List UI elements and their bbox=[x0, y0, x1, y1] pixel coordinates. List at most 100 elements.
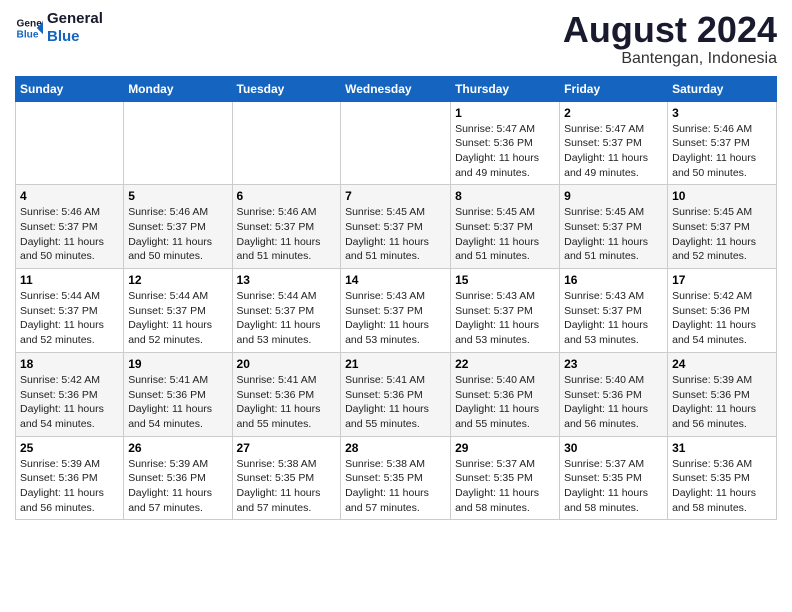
calendar-cell bbox=[232, 101, 341, 185]
day-number: 28 bbox=[345, 441, 446, 455]
week-row-4: 18 Sunrise: 5:42 AM Sunset: 5:36 PM Dayli… bbox=[16, 352, 777, 436]
calendar-cell: 11 Sunrise: 5:44 AM Sunset: 5:37 PM Dayli… bbox=[16, 269, 124, 353]
location-subtitle: Bantengan, Indonesia bbox=[563, 50, 777, 68]
day-number: 10 bbox=[672, 189, 772, 203]
month-year-title: August 2024 bbox=[563, 10, 777, 50]
day-info: Sunrise: 5:42 AM Sunset: 5:36 PM Dayligh… bbox=[20, 373, 119, 432]
day-info: Sunrise: 5:41 AM Sunset: 5:36 PM Dayligh… bbox=[345, 373, 446, 432]
day-info: Sunrise: 5:45 AM Sunset: 5:37 PM Dayligh… bbox=[672, 205, 772, 264]
day-number: 17 bbox=[672, 273, 772, 287]
day-info: Sunrise: 5:46 AM Sunset: 5:37 PM Dayligh… bbox=[672, 122, 772, 181]
day-info: Sunrise: 5:45 AM Sunset: 5:37 PM Dayligh… bbox=[345, 205, 446, 264]
day-info: Sunrise: 5:40 AM Sunset: 5:36 PM Dayligh… bbox=[455, 373, 555, 432]
calendar-cell: 30Sunrise: 5:37 AM Sunset: 5:35 PM Dayli… bbox=[560, 436, 668, 520]
day-number: 6 bbox=[237, 189, 337, 203]
day-header-monday: Monday bbox=[124, 76, 232, 101]
day-number: 27 bbox=[237, 441, 337, 455]
day-header-wednesday: Wednesday bbox=[341, 76, 451, 101]
day-number: 3 bbox=[672, 106, 772, 120]
day-number: 2 bbox=[564, 106, 663, 120]
day-info: Sunrise: 5:38 AM Sunset: 5:35 PM Dayligh… bbox=[345, 457, 446, 516]
day-info: Sunrise: 5:44 AM Sunset: 5:37 PM Dayligh… bbox=[20, 289, 119, 348]
svg-text:Blue: Blue bbox=[17, 29, 39, 40]
day-number: 18 bbox=[20, 357, 119, 371]
calendar-cell: 29 Sunrise: 5:37 AM Sunset: 5:35 PM Dayli… bbox=[451, 436, 560, 520]
day-number: 15 bbox=[455, 273, 555, 287]
day-number: 13 bbox=[237, 273, 337, 287]
calendar-cell: 17 Sunrise: 5:42 AM Sunset: 5:36 PM Dayli… bbox=[668, 269, 777, 353]
week-row-2: 4 Sunrise: 5:46 AM Sunset: 5:37 PM Daylig… bbox=[16, 185, 777, 269]
day-number: 8 bbox=[455, 189, 555, 203]
day-number: 7 bbox=[345, 189, 446, 203]
day-header-tuesday: Tuesday bbox=[232, 76, 341, 101]
week-row-3: 11 Sunrise: 5:44 AM Sunset: 5:37 PM Dayli… bbox=[16, 269, 777, 353]
calendar-cell: 2Sunrise: 5:47 AM Sunset: 5:37 PM Daylig… bbox=[560, 101, 668, 185]
calendar-cell: 15Sunrise: 5:43 AM Sunset: 5:37 PM Dayli… bbox=[451, 269, 560, 353]
day-info: Sunrise: 5:39 AM Sunset: 5:36 PM Dayligh… bbox=[20, 457, 119, 516]
calendar-cell: 22Sunrise: 5:40 AM Sunset: 5:36 PM Dayli… bbox=[451, 352, 560, 436]
day-info: Sunrise: 5:47 AM Sunset: 5:36 PM Dayligh… bbox=[455, 122, 555, 181]
day-number: 14 bbox=[345, 273, 446, 287]
calendar-cell: 31Sunrise: 5:36 AM Sunset: 5:35 PM Dayli… bbox=[668, 436, 777, 520]
calendar-cell: 25 Sunrise: 5:39 AM Sunset: 5:36 PM Dayli… bbox=[16, 436, 124, 520]
logo: General Blue General Blue bbox=[15, 10, 103, 46]
calendar-cell bbox=[16, 101, 124, 185]
calendar-cell: 21Sunrise: 5:41 AM Sunset: 5:36 PM Dayli… bbox=[341, 352, 451, 436]
calendar-cell: 14 Sunrise: 5:43 AM Sunset: 5:37 PM Dayli… bbox=[341, 269, 451, 353]
day-info: Sunrise: 5:41 AM Sunset: 5:36 PM Dayligh… bbox=[237, 373, 337, 432]
logo-general: General bbox=[47, 10, 103, 28]
day-header-sunday: Sunday bbox=[16, 76, 124, 101]
day-number: 25 bbox=[20, 441, 119, 455]
calendar-cell: 10 Sunrise: 5:45 AM Sunset: 5:37 PM Dayli… bbox=[668, 185, 777, 269]
day-info: Sunrise: 5:36 AM Sunset: 5:35 PM Dayligh… bbox=[672, 457, 772, 516]
calendar-cell: 16 Sunrise: 5:43 AM Sunset: 5:37 PM Dayli… bbox=[560, 269, 668, 353]
calendar-cell: 24 Sunrise: 5:39 AM Sunset: 5:36 PM Dayli… bbox=[668, 352, 777, 436]
calendar-cell: 3 Sunrise: 5:46 AM Sunset: 5:37 PM Daylig… bbox=[668, 101, 777, 185]
day-header-saturday: Saturday bbox=[668, 76, 777, 101]
calendar-cell: 28 Sunrise: 5:38 AM Sunset: 5:35 PM Dayli… bbox=[341, 436, 451, 520]
day-number: 29 bbox=[455, 441, 555, 455]
day-info: Sunrise: 5:39 AM Sunset: 5:36 PM Dayligh… bbox=[672, 373, 772, 432]
day-info: Sunrise: 5:41 AM Sunset: 5:36 PM Dayligh… bbox=[128, 373, 227, 432]
logo-icon: General Blue bbox=[15, 14, 43, 42]
calendar-cell: 13 Sunrise: 5:44 AM Sunset: 5:37 PM Dayli… bbox=[232, 269, 341, 353]
day-number: 16 bbox=[564, 273, 663, 287]
calendar-cell bbox=[341, 101, 451, 185]
day-info: Sunrise: 5:42 AM Sunset: 5:36 PM Dayligh… bbox=[672, 289, 772, 348]
title-block: August 2024 Bantengan, Indonesia bbox=[563, 10, 777, 68]
week-row-1: 1Sunrise: 5:47 AM Sunset: 5:36 PM Daylig… bbox=[16, 101, 777, 185]
calendar-cell: 18 Sunrise: 5:42 AM Sunset: 5:36 PM Dayli… bbox=[16, 352, 124, 436]
day-number: 24 bbox=[672, 357, 772, 371]
day-info: Sunrise: 5:43 AM Sunset: 5:37 PM Dayligh… bbox=[564, 289, 663, 348]
calendar-cell: 4Sunrise: 5:46 AM Sunset: 5:37 PM Daylig… bbox=[16, 185, 124, 269]
header-row: SundayMondayTuesdayWednesdayThursdayFrid… bbox=[16, 76, 777, 101]
calendar-table: SundayMondayTuesdayWednesdayThursdayFrid… bbox=[15, 76, 777, 521]
day-number: 11 bbox=[20, 273, 119, 287]
day-info: Sunrise: 5:38 AM Sunset: 5:35 PM Dayligh… bbox=[237, 457, 337, 516]
day-info: Sunrise: 5:40 AM Sunset: 5:36 PM Dayligh… bbox=[564, 373, 663, 432]
page-header: General Blue General Blue August 2024 Ba… bbox=[15, 10, 777, 68]
day-number: 12 bbox=[128, 273, 227, 287]
day-info: Sunrise: 5:39 AM Sunset: 5:36 PM Dayligh… bbox=[128, 457, 227, 516]
day-header-friday: Friday bbox=[560, 76, 668, 101]
calendar-cell: 8Sunrise: 5:45 AM Sunset: 5:37 PM Daylig… bbox=[451, 185, 560, 269]
day-info: Sunrise: 5:43 AM Sunset: 5:37 PM Dayligh… bbox=[345, 289, 446, 348]
logo-blue: Blue bbox=[47, 28, 103, 46]
day-info: Sunrise: 5:37 AM Sunset: 5:35 PM Dayligh… bbox=[564, 457, 663, 516]
calendar-cell: 1Sunrise: 5:47 AM Sunset: 5:36 PM Daylig… bbox=[451, 101, 560, 185]
day-number: 4 bbox=[20, 189, 119, 203]
day-number: 20 bbox=[237, 357, 337, 371]
day-info: Sunrise: 5:44 AM Sunset: 5:37 PM Dayligh… bbox=[237, 289, 337, 348]
calendar-cell: 7 Sunrise: 5:45 AM Sunset: 5:37 PM Daylig… bbox=[341, 185, 451, 269]
calendar-cell: 19Sunrise: 5:41 AM Sunset: 5:36 PM Dayli… bbox=[124, 352, 232, 436]
calendar-cell: 9Sunrise: 5:45 AM Sunset: 5:37 PM Daylig… bbox=[560, 185, 668, 269]
calendar-cell: 20 Sunrise: 5:41 AM Sunset: 5:36 PM Dayli… bbox=[232, 352, 341, 436]
day-info: Sunrise: 5:37 AM Sunset: 5:35 PM Dayligh… bbox=[455, 457, 555, 516]
calendar-cell: 23Sunrise: 5:40 AM Sunset: 5:36 PM Dayli… bbox=[560, 352, 668, 436]
day-info: Sunrise: 5:45 AM Sunset: 5:37 PM Dayligh… bbox=[564, 205, 663, 264]
day-info: Sunrise: 5:46 AM Sunset: 5:37 PM Dayligh… bbox=[237, 205, 337, 264]
calendar-cell bbox=[124, 101, 232, 185]
day-info: Sunrise: 5:44 AM Sunset: 5:37 PM Dayligh… bbox=[128, 289, 227, 348]
calendar-cell: 26Sunrise: 5:39 AM Sunset: 5:36 PM Dayli… bbox=[124, 436, 232, 520]
day-header-thursday: Thursday bbox=[451, 76, 560, 101]
